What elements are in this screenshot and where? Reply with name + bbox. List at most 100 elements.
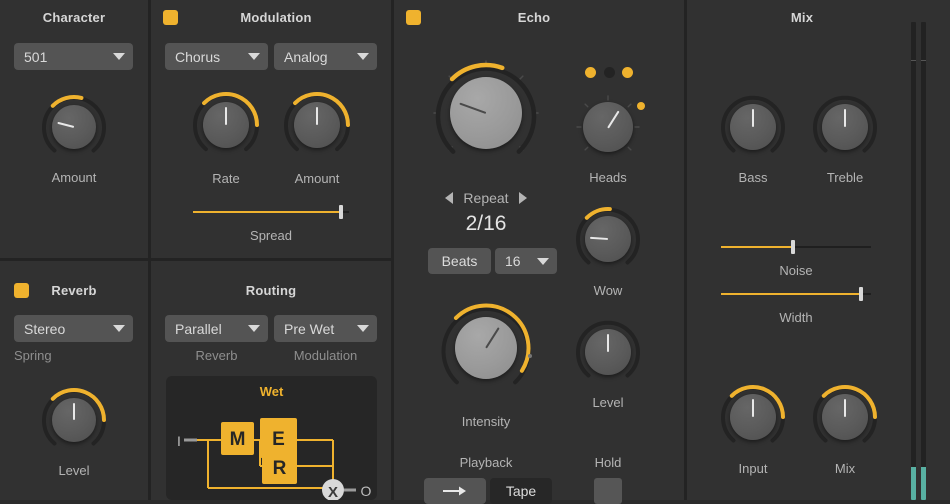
echo-playback-direction-button[interactable] xyxy=(424,478,486,504)
echo-heads-label: Heads xyxy=(589,170,627,185)
routing-modulation-caption: Modulation xyxy=(293,348,358,363)
meter-tick xyxy=(911,60,916,61)
knob-cap xyxy=(52,105,96,149)
mix-mix-knob[interactable] xyxy=(811,383,879,451)
head-led-1[interactable] xyxy=(585,66,596,78)
mix-mix-label: Mix xyxy=(834,461,856,476)
modulation-amount-label: Amount xyxy=(294,171,340,186)
reverb-panel: Reverb Stereo Spring Level xyxy=(0,261,148,500)
modulation-type-select[interactable]: Chorus xyxy=(165,43,268,70)
head-led-3[interactable] xyxy=(622,66,633,78)
triangle-left-icon[interactable] xyxy=(445,192,454,204)
echo-division-value: 16 xyxy=(505,253,521,269)
echo-division-select[interactable]: 16 xyxy=(495,248,557,274)
mix-bass-label: Bass xyxy=(738,170,768,185)
knob-pointer xyxy=(752,399,754,417)
character-amount-knob[interactable] xyxy=(40,93,108,161)
echo-wow-knob[interactable] xyxy=(574,205,642,273)
meter-right xyxy=(921,22,926,500)
head-led-2[interactable] xyxy=(603,66,615,78)
echo-head-indicator-dot xyxy=(637,102,645,110)
character-amount-label: Amount xyxy=(51,170,97,185)
mix-noise-label: Noise xyxy=(779,263,813,278)
knob-pointer xyxy=(57,121,75,128)
routing-title: Routing xyxy=(245,283,297,298)
mix-width-label: Width xyxy=(779,310,813,325)
routing-modulation-value: Pre Wet xyxy=(284,320,335,337)
routing-node-M: M xyxy=(230,429,246,450)
knob-pointer xyxy=(844,399,846,417)
slider-handle[interactable] xyxy=(339,205,344,219)
chevron-down-icon xyxy=(357,325,369,332)
chevron-down-icon xyxy=(113,325,125,332)
knob-pointer xyxy=(485,327,500,349)
mix-noise-slider[interactable] xyxy=(721,240,871,254)
routing-modulation-select[interactable]: Pre Wet xyxy=(274,315,377,342)
modulation-rate-knob[interactable] xyxy=(191,90,261,160)
arrow-right-icon xyxy=(443,486,466,496)
routing-reverb-value: Parallel xyxy=(175,320,222,337)
knob-cap xyxy=(455,317,517,379)
mix-title: Mix xyxy=(790,10,814,25)
plugin-window: Character 501 Amount Reverb Stereo Sprin… xyxy=(0,0,950,504)
reverb-level-label: Level xyxy=(58,463,90,478)
modulation-amount-knob[interactable] xyxy=(282,90,352,160)
reverb-title: Reverb xyxy=(51,283,97,298)
knob-pointer xyxy=(459,102,487,114)
echo-heads-knob[interactable] xyxy=(574,93,645,161)
mix-width-slider[interactable] xyxy=(721,287,871,301)
modulation-panel: Modulation Chorus Analog Rate Amount Spr… xyxy=(151,0,391,258)
echo-enable-toggle[interactable] xyxy=(406,10,421,25)
echo-time-knob[interactable] xyxy=(432,59,540,167)
echo-level-label: Level xyxy=(592,395,624,410)
modulation-mode-select[interactable]: Analog xyxy=(274,43,377,70)
knob-cap xyxy=(294,102,340,148)
knob-cap xyxy=(730,394,776,440)
knob-cap xyxy=(203,102,249,148)
routing-graph[interactable]: Wet M E R X I O xyxy=(166,376,377,500)
routing-reverb-caption: Reverb xyxy=(195,348,238,363)
modulation-spread-label: Spread xyxy=(250,228,292,243)
modulation-enable-toggle[interactable] xyxy=(163,10,178,25)
routing-reverb-select[interactable]: Parallel xyxy=(165,315,268,342)
mix-bass-knob[interactable] xyxy=(719,93,787,161)
echo-repeat-label: Repeat xyxy=(463,190,509,206)
echo-beats-button[interactable]: Beats xyxy=(428,248,491,274)
reverb-level-knob[interactable] xyxy=(40,386,108,454)
mix-input-knob[interactable] xyxy=(719,383,787,451)
echo-level-knob[interactable] xyxy=(574,318,642,386)
modulation-mode-value: Analog xyxy=(284,48,328,65)
knob-cap xyxy=(52,398,96,442)
echo-playback-mode-button[interactable]: Tape xyxy=(490,478,552,504)
echo-repeat-stepper[interactable]: Repeat xyxy=(431,189,541,207)
triangle-right-icon[interactable] xyxy=(518,192,527,204)
echo-intensity-label: Intensity xyxy=(461,414,511,429)
reverb-mode-value: Stereo xyxy=(24,320,66,337)
character-model-value: 501 xyxy=(24,48,48,65)
echo-wow-label: Wow xyxy=(593,283,623,298)
modulation-spread-slider[interactable] xyxy=(193,205,349,219)
character-model-select[interactable]: 501 xyxy=(14,43,133,70)
reverb-mode-select[interactable]: Stereo xyxy=(14,315,133,342)
chevron-down-icon xyxy=(357,53,369,60)
routing-input-label: I xyxy=(177,433,181,449)
knob-pointer xyxy=(607,110,620,129)
modulation-rate-label: Rate xyxy=(212,171,240,186)
reverb-type-label: Spring xyxy=(14,348,52,363)
slider-handle[interactable] xyxy=(791,240,795,254)
chevron-down-icon xyxy=(113,53,125,60)
echo-head-leds[interactable] xyxy=(585,66,633,78)
routing-output-label: O xyxy=(361,483,372,499)
routing-panel: Routing Parallel Pre Wet Reverb Modulati… xyxy=(151,261,391,500)
echo-intensity-knob[interactable] xyxy=(438,300,534,396)
mix-treble-knob[interactable] xyxy=(811,93,879,161)
knob-pointer xyxy=(607,334,609,352)
slider-handle[interactable] xyxy=(858,287,863,301)
echo-playback-label: Playback xyxy=(459,455,513,470)
modulation-type-value: Chorus xyxy=(175,48,221,65)
knob-cap xyxy=(822,104,868,150)
echo-panel: Echo Repeat 2/16 Beats 16 Heads Wow Inte… xyxy=(394,0,684,504)
routing-node-R: R xyxy=(273,458,287,479)
knob-cap xyxy=(585,329,631,375)
echo-hold-checkbox[interactable] xyxy=(594,478,622,504)
